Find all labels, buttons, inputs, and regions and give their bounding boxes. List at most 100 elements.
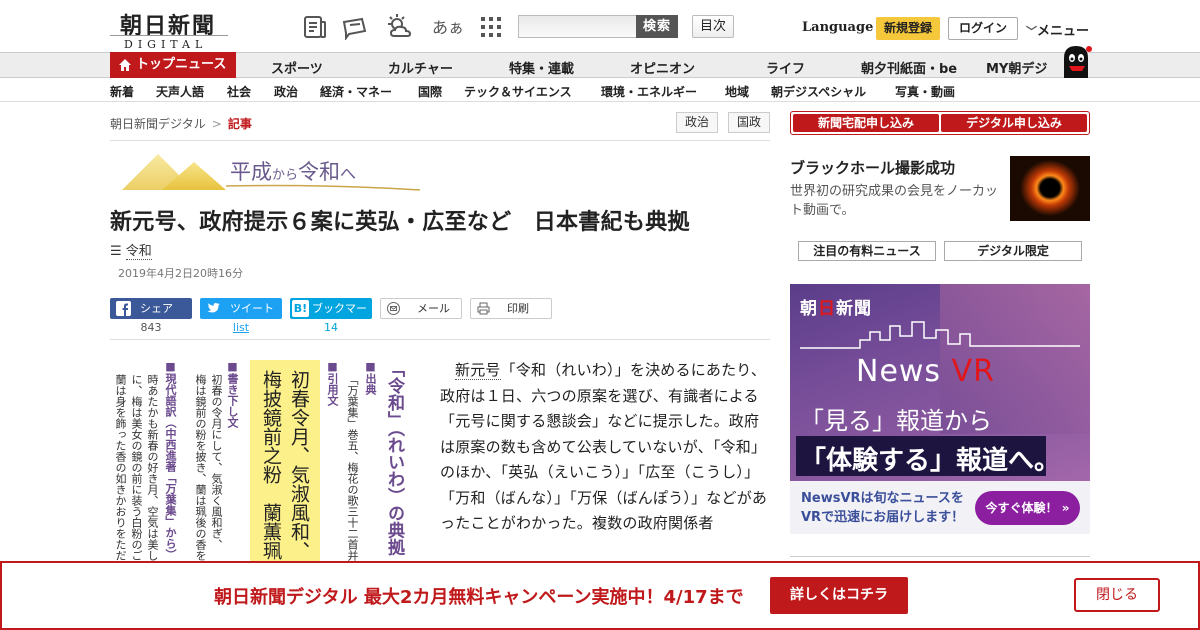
home-icon	[119, 59, 131, 71]
article-headline: 新元号、政府提示６案に英弘・広至など 日本書紀も典拠	[110, 210, 690, 235]
language-link[interactable]: Language	[802, 20, 873, 35]
breadcrumb-home[interactable]: 朝日新聞デジタル	[110, 117, 206, 131]
vertical-gendai-label: ■現代語訳（中西進著「万葉集」から）	[164, 360, 177, 560]
vertical-title: 「令和」（れいわ）の典拠	[384, 360, 404, 556]
print-button[interactable]: 印刷	[470, 298, 552, 319]
nav-item-sports[interactable]: スポーツ	[271, 58, 323, 77]
vertical-kaki-1: 初春の令月にして、気淑く風和ぎ、	[210, 374, 223, 550]
text-size-icon[interactable]: あぁ	[432, 14, 464, 38]
vertical-gendai-3: 蘭は身を飾った香の如きかおりをただよ	[114, 374, 127, 570]
featured-paid-news-tab[interactable]: 注目の有料ニュース	[798, 241, 936, 261]
facebook-icon	[116, 301, 131, 316]
banner-to: へ	[340, 164, 357, 183]
article-body: 新元号「令和（れいわ）」を決めるにあたり、政府は１日、六つの原案を選び、有識者に…	[440, 358, 772, 537]
ad-vr-text: VR	[951, 354, 995, 389]
site-logo[interactable]: 朝日新聞 DIGITAL	[110, 8, 228, 51]
mail-share-button[interactable]: メール	[380, 298, 462, 319]
twitter-count[interactable]: list	[200, 321, 282, 334]
mascot-icon	[1064, 46, 1092, 78]
banner-from: から	[272, 168, 299, 183]
ad-brand-a: 朝	[800, 299, 818, 319]
ad-line-2: 「体験する」報道へ。	[800, 446, 1061, 476]
subnav-item-region[interactable]: 地域	[725, 83, 749, 100]
subnav-item-politics[interactable]: 政治	[274, 83, 298, 100]
breadcrumb: 朝日新聞デジタル > 記事	[110, 115, 252, 132]
print-icon	[477, 302, 490, 315]
facebook-share-label: シェア	[140, 302, 173, 315]
vertical-gendai-1: 時あたかも新春の好き月、空気は美しく	[146, 374, 159, 570]
facebook-count: 843	[140, 321, 162, 334]
breadcrumb-separator: >	[211, 117, 222, 131]
newsvr-ad[interactable]: 朝日新聞 News VR 「見る」報道から 「体験する」報道へ。 NewsVRは…	[790, 284, 1090, 534]
subnav-item-society[interactable]: 社会	[227, 83, 251, 100]
subnav-item-economy[interactable]: 経済・マネー	[320, 83, 392, 100]
ad-newsvr-logo: News VR	[856, 354, 995, 389]
chevron-down-icon: ﹀	[1026, 25, 1037, 38]
nav-top-news[interactable]: トップニュース	[110, 52, 236, 78]
nav-item-life[interactable]: ライフ	[766, 58, 805, 77]
article-body-text: 「令和（れいわ）」を決めるにあたり、政府は１日、六つの原案を選び、有識者による「…	[440, 361, 768, 532]
register-button[interactable]: 新規登録	[876, 17, 940, 40]
login-button[interactable]: ログイン	[948, 17, 1018, 40]
topic-label: 令和	[125, 244, 152, 260]
hatena-bookmark-button[interactable]: B! ブックマーク	[290, 298, 372, 336]
reiwa-source-graphic: 「令和」（れいわ）の典拠 ■出典 「万葉集」巻五、梅花の歌三十二首并せて ■引用…	[110, 360, 420, 570]
campaign-details-button[interactable]: 詳しくはコチラ	[770, 577, 908, 614]
topic-link[interactable]: ☰ 令和	[110, 240, 152, 260]
search-button[interactable]: 検索	[636, 15, 678, 38]
mail-icon	[387, 302, 400, 315]
nav-item-features[interactable]: 特集・連載	[509, 58, 574, 77]
vertical-gendai-2: に、梅は美女の鏡の前に装う白粉のごとく	[130, 374, 143, 570]
toc-button[interactable]: 目次	[692, 15, 734, 38]
publish-date: 2019年4月2日20時16分	[118, 267, 243, 280]
campaign-message: 朝日新聞デジタル 最大2カ月無料キャンペーン実施中！4/17まで	[214, 587, 744, 608]
twitter-share-button[interactable]: ツイート	[200, 298, 282, 319]
campaign-close-button[interactable]: 閉じる	[1074, 578, 1160, 612]
site-header: 朝日新聞 DIGITAL あぁ 検索 目次 Language 新規登録 ログイン…	[0, 0, 1200, 52]
subnav-item-latest[interactable]: 新着	[110, 83, 134, 100]
ad-cta-button[interactable]: 今すぐ体験！ »	[975, 491, 1080, 525]
chevron-right-icon: »	[1061, 501, 1070, 515]
print-label: 印刷	[507, 302, 529, 315]
divider	[110, 140, 770, 141]
banner-text: 平成から令和へ	[230, 156, 356, 186]
subnav-item-international[interactable]: 国際	[418, 83, 442, 100]
subnav-item-special[interactable]: 朝デジスペシャル	[771, 83, 866, 100]
subnav-item-tech[interactable]: テック＆サイエンス	[464, 83, 572, 100]
article-body-link[interactable]: 新元号	[455, 361, 501, 380]
nav-item-culture[interactable]: カルチャー	[388, 58, 453, 77]
sub-nav: 新着 天声人語 社会 政治 経済・マネー 国際 テック＆サイエンス 環境・エネル…	[0, 78, 1200, 102]
tag-politics[interactable]: 政治	[676, 112, 718, 133]
nav-item-my[interactable]: MY朝デジ	[986, 58, 1047, 77]
paper-delivery-button[interactable]: 新聞宅配申し込み	[793, 114, 939, 132]
subnav-item-environment[interactable]: 環境・エネルギー	[601, 83, 697, 100]
message-icon[interactable]	[342, 14, 368, 40]
vertical-source-label: ■出典	[364, 360, 377, 395]
subnav-item-tenseijingo[interactable]: 天声人語	[156, 83, 204, 100]
sidebar-description: 世界初の研究成果の会見をノーカット動画で。	[790, 184, 999, 218]
global-nav: トップニュース スポーツ カルチャー 特集・連載 オピニオン ライフ 朝夕刊紙面…	[0, 52, 1200, 78]
newspaper-icon[interactable]	[302, 14, 328, 40]
vertical-source: 「万葉集」巻五、梅花の歌三十二首并せて	[346, 374, 359, 570]
menu-button[interactable]: ﹀メニュー	[1026, 20, 1089, 39]
search-input[interactable]	[518, 15, 636, 38]
digital-only-tab[interactable]: デジタル限定	[944, 241, 1082, 261]
nav-item-paper[interactable]: 朝夕刊紙面・be	[861, 58, 957, 77]
sidebar-headline[interactable]: ブラックホール撮影成功	[790, 157, 955, 178]
nav-item-opinion[interactable]: オピニオン	[630, 58, 695, 77]
twitter-share-label: ツイート	[230, 302, 274, 315]
subnav-item-photo[interactable]: 写真・動画	[895, 83, 955, 100]
nav-top-news-label: トップニュース	[136, 57, 227, 72]
facebook-share-button[interactable]: シェア	[110, 298, 192, 319]
digital-subscribe-button[interactable]: デジタル申し込み	[941, 114, 1087, 132]
blackhole-thumbnail[interactable]	[1010, 156, 1090, 221]
tag-national-politics[interactable]: 国政	[728, 112, 770, 133]
hatena-count: 14	[324, 321, 338, 334]
heisei-reiwa-banner[interactable]: 平成から令和へ	[122, 150, 422, 192]
apps-grid-icon[interactable]	[478, 14, 504, 40]
weather-icon[interactable]	[386, 14, 412, 40]
ad-bottom-text: NewsVRは旬なニュースをVRで迅速にお届けします！	[801, 491, 965, 525]
ad-news-text: News	[856, 354, 952, 389]
vertical-kaki-label: ■書き下し文	[226, 360, 239, 428]
vertical-quote-2: 梅披鏡前之粉 蘭薫珮	[260, 370, 282, 560]
